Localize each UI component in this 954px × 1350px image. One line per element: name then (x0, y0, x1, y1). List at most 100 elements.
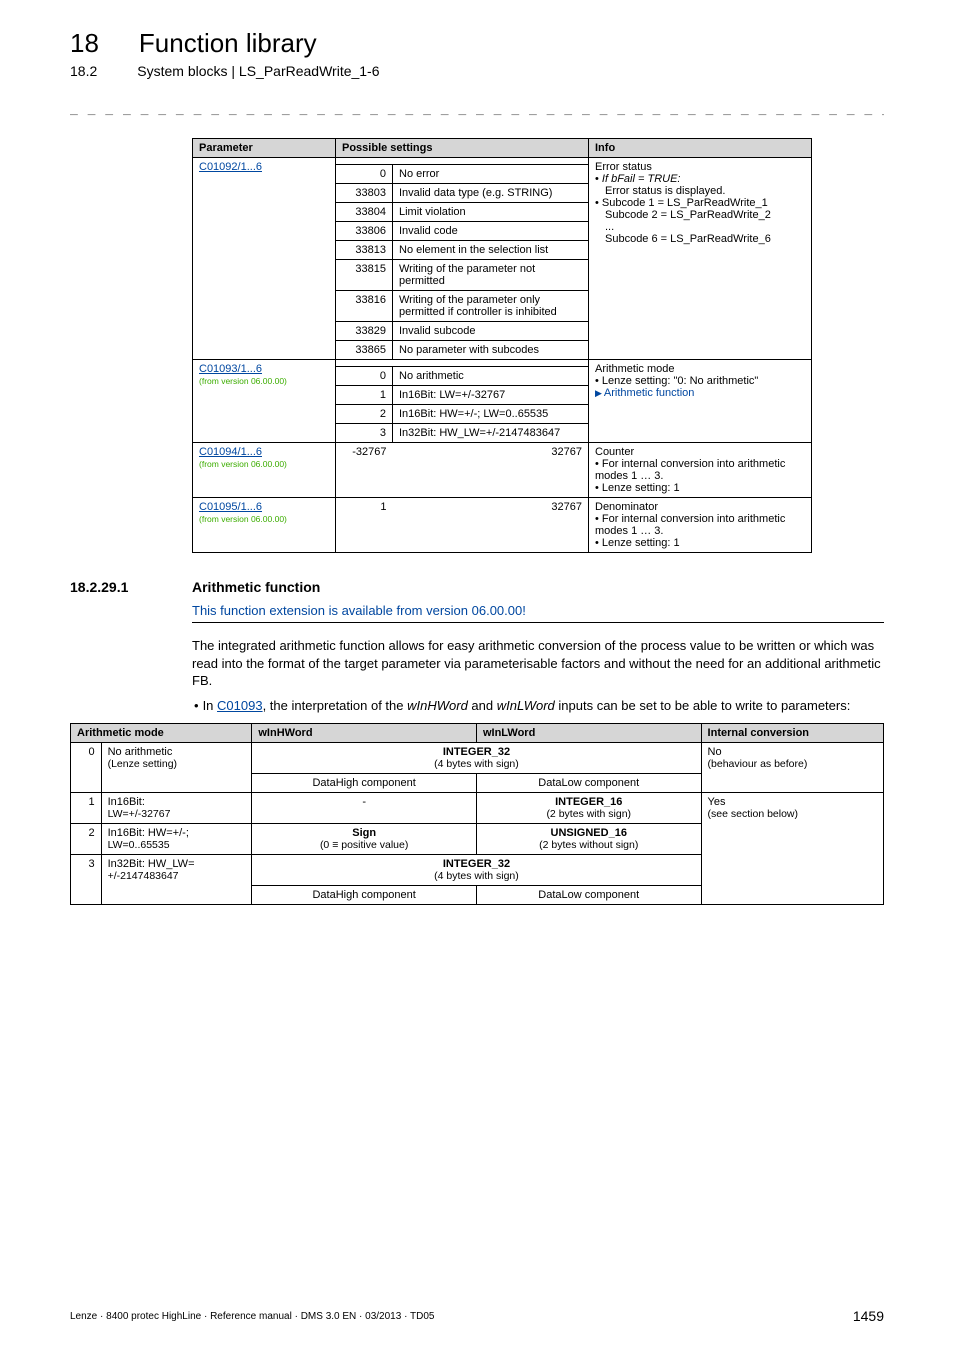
param-cell: C01093/1...6 (from version 06.00.00) (193, 360, 336, 443)
mode-name: In16Bit: (108, 796, 246, 808)
int-cell: INTEGER_32 (4 bytes with sign) (252, 854, 701, 885)
mode-cell: In32Bit: HW_LW= +/-2147483647 (101, 854, 252, 904)
divider-dashes: _ _ _ _ _ _ _ _ _ _ _ _ _ _ _ _ _ _ _ _ … (70, 101, 884, 116)
setting-num: 0 (336, 165, 393, 184)
chapter-title: Function library (139, 28, 317, 59)
range-high: 32767 (522, 498, 589, 553)
section-title: Arithmetic function (192, 579, 320, 595)
info-bullet-sub: Error status is displayed. (595, 185, 805, 197)
setting-num: 33829 (336, 322, 393, 341)
chapter-number: 18 (70, 28, 99, 59)
th-lw: wInLWord (476, 723, 701, 742)
setting-num: 33806 (336, 222, 393, 241)
setting-num: 3 (336, 424, 393, 443)
mode-cell: In16Bit: LW=+/-32767 (101, 792, 252, 823)
arith-table: Arithmetic mode wInHWord wInLWord Intern… (70, 723, 884, 905)
setting-num: 33804 (336, 203, 393, 222)
setting-num: 33815 (336, 260, 393, 291)
setting-num: 33803 (336, 184, 393, 203)
link-c01095[interactable]: C01095/1...6 (199, 501, 262, 513)
setting-val: In32Bit: HW_LW=+/-2147483647 (393, 424, 589, 443)
table-row: C01095/1...6 (from version 06.00.00) 1 3… (193, 498, 812, 553)
setting-num: 33865 (336, 341, 393, 360)
mode-sub: LW=+/-32767 (108, 808, 246, 820)
info-bullet: For internal conversion into arithmetic … (595, 458, 805, 482)
link-arith-func[interactable]: Arithmetic function (604, 387, 694, 399)
info-title: Denominator (595, 501, 805, 513)
arith-table-wrap: Arithmetic mode wInHWord wInLWord Intern… (70, 723, 884, 905)
table-row: 0 No arithmetic (Lenze setting) INTEGER_… (71, 742, 884, 773)
table-row: C01093/1...6 (from version 06.00.00) Ari… (193, 360, 812, 367)
info-bullet-text: If bFail = TRUE: (602, 173, 681, 185)
info-bullet: For internal conversion into arithmetic … (595, 513, 805, 537)
page-root: 18 Function library 18.2 System blocks |… (0, 0, 954, 1350)
info-line: ... (595, 221, 805, 233)
info-line: Subcode 6 = LS_ParReadWrite_6 (595, 233, 805, 245)
hw-cell: Sign (0 ≡ positive value) (252, 823, 477, 854)
int-cell: INTEGER_32 (4 bytes with sign) (252, 742, 701, 773)
version-tag: (from version 06.00.00) (199, 459, 329, 469)
link-c01092[interactable]: C01092/1...6 (199, 161, 262, 173)
setting-num: 33813 (336, 241, 393, 260)
range-low: 1 (336, 498, 393, 553)
conv-text: Yes (708, 796, 877, 808)
th-hw: wInHWord (252, 723, 477, 742)
conv-sub: (behaviour as before) (708, 758, 877, 770)
subsection-title: System blocks | LS_ParReadWrite_1-6 (137, 63, 379, 79)
setting-num: 1 (336, 386, 393, 405)
info-title: Arithmetic mode (595, 363, 805, 375)
chapter-header: 18 Function library (70, 28, 884, 59)
datalow: DataLow component (476, 885, 701, 904)
info-bullet: Subcode 1 = LS_ParReadWrite_1 (595, 197, 805, 209)
parameter-table: Parameter Possible settings Info C01092/… (192, 138, 812, 553)
mode-sub: +/-2147483647 (108, 870, 246, 882)
setting-val: No arithmetic (393, 367, 589, 386)
info-bullets: For internal conversion into arithmetic … (595, 513, 805, 549)
hw-cell: - (252, 792, 477, 823)
version-note: This function extension is available fro… (192, 603, 884, 618)
mode-idx: 2 (71, 823, 102, 854)
lw-sub: (2 bytes with sign) (483, 808, 695, 820)
setting-val: No element in the selection list (393, 241, 589, 260)
param-cell: C01092/1...6 (193, 158, 336, 360)
setting-val: Writing of the parameter only permitted … (393, 291, 589, 322)
body-bullet: •In C01093, the interpretation of the wI… (192, 698, 898, 713)
lw-cell: UNSIGNED_16 (2 bytes without sign) (476, 823, 701, 854)
setting-val: No error (393, 165, 589, 184)
link-c01093[interactable]: C01093/1...6 (199, 363, 262, 375)
link-c01094[interactable]: C01094/1...6 (199, 446, 262, 458)
info-line: Subcode 2 = LS_ParReadWrite_2 (595, 209, 805, 221)
info-title: Counter (595, 446, 805, 458)
info-bullets: Lenze setting: "0: No arithmetic" (595, 375, 805, 387)
info-bullet: If bFail = TRUE: (595, 173, 805, 185)
lw-cell: INTEGER_16 (2 bytes with sign) (476, 792, 701, 823)
settings-empty (336, 158, 589, 165)
lw-type: INTEGER_16 (555, 796, 622, 808)
info-bullet: Lenze setting: 1 (595, 537, 805, 549)
parameter-table-wrap: Parameter Possible settings Info C01092/… (192, 138, 884, 553)
int-type: INTEGER_32 (443, 746, 510, 758)
info-cell: Error status If bFail = TRUE: Error stat… (589, 158, 812, 360)
conv-sub: (see section below) (708, 808, 877, 820)
link-c01093-inline[interactable]: C01093 (217, 698, 263, 713)
table-row: C01094/1...6 (from version 06.00.00) -32… (193, 443, 812, 498)
info-cell: Denominator For internal conversion into… (589, 498, 812, 553)
setting-val: Invalid data type (e.g. STRING) (393, 184, 589, 203)
param-cell: C01095/1...6 (from version 06.00.00) (193, 498, 336, 553)
subsection-number: 18.2 (70, 63, 97, 79)
hw-type: Sign (352, 827, 376, 839)
section-number: 18.2.29.1 (70, 579, 174, 595)
setting-val: In16Bit: LW=+/-32767 (393, 386, 589, 405)
info-bullet-text: Subcode 1 = LS_ParReadWrite_1 (602, 197, 768, 209)
lw-type: UNSIGNED_16 (551, 827, 627, 839)
mode-sub: LW=0..65535 (108, 839, 246, 851)
mode-idx: 1 (71, 792, 102, 823)
info-bullet: Lenze setting: 1 (595, 482, 805, 494)
table-row: 1 In16Bit: LW=+/-32767 - INTEGER_16 (2 b… (71, 792, 884, 823)
range-low: -32767 (336, 443, 393, 498)
mode-sub: (Lenze setting) (108, 758, 246, 770)
mode-idx: 3 (71, 854, 102, 904)
setting-num: 33816 (336, 291, 393, 322)
bullet-post: , the interpretation of the wInHWord and… (263, 698, 851, 713)
info-title: Error status (595, 161, 805, 173)
